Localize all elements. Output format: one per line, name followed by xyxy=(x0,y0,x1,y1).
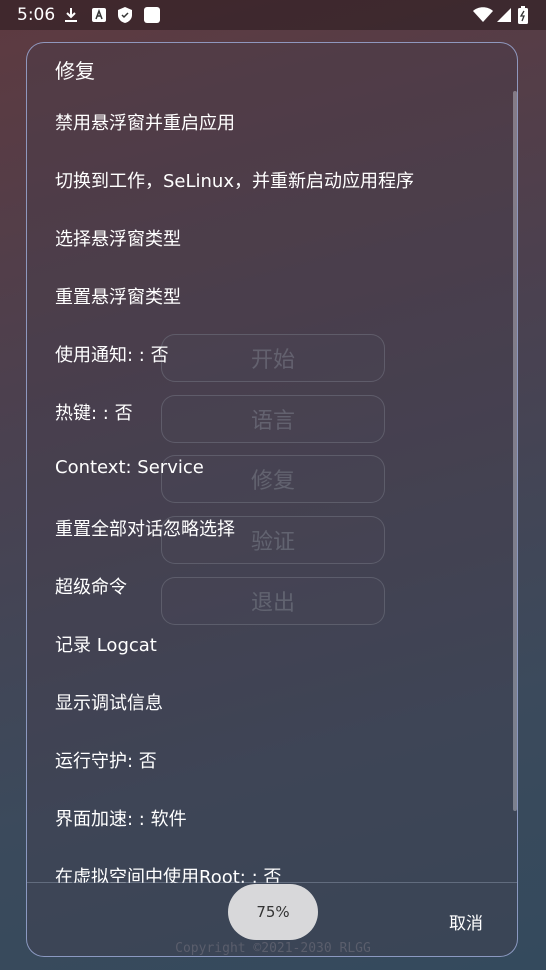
battery-icon xyxy=(518,6,528,24)
menu-item-hotkey[interactable]: 热键: : 否 xyxy=(55,399,133,425)
menu-item-root-virtual-space[interactable]: 在虚拟空间中使用Root: : 否 xyxy=(55,863,281,883)
menu-item-context[interactable]: Context: Service xyxy=(55,457,204,478)
menu-item-reset-floating-type[interactable]: 重置悬浮窗类型 xyxy=(55,283,181,309)
list-scrollbar[interactable] xyxy=(513,91,517,811)
wifi-icon xyxy=(473,6,493,24)
dialog-divider xyxy=(27,882,517,883)
menu-item-super-command[interactable]: 超级命令 xyxy=(55,573,127,599)
menu-item-switch-work-selinux[interactable]: 切换到工作，SeLinux，并重新启动应用程序 xyxy=(55,167,414,193)
square-icon xyxy=(143,6,161,24)
dialog-title: 修复 xyxy=(55,59,95,83)
status-time: 5:06 xyxy=(17,5,56,25)
shield-icon xyxy=(116,6,134,24)
menu-item-disable-floating-restart[interactable]: 禁用悬浮窗并重启应用 xyxy=(55,109,235,135)
menu-item-select-floating-type[interactable]: 选择悬浮窗类型 xyxy=(55,225,181,251)
repair-dialog: 修复 禁用悬浮窗并重启应用 切换到工作，SeLinux，并重新启动应用程序 选择… xyxy=(26,42,518,957)
menu-item-reset-dialog-ignore[interactable]: 重置全部对话忽略选择 xyxy=(55,515,235,541)
download-icon xyxy=(64,6,78,24)
menu-item-run-daemon[interactable]: 运行守护: 否 xyxy=(55,747,157,773)
zoom-level-button[interactable]: 75% xyxy=(228,884,318,940)
repair-options-list[interactable]: 禁用悬浮窗并重启应用 切换到工作，SeLinux，并重新启动应用程序 选择悬浮窗… xyxy=(27,91,517,883)
menu-item-show-debug-info[interactable]: 显示调试信息 xyxy=(55,689,163,715)
menu-item-use-notification[interactable]: 使用通知: : 否 xyxy=(55,341,169,367)
cancel-button[interactable]: 取消 xyxy=(449,909,483,934)
menu-item-ui-acceleration[interactable]: 界面加速: : 软件 xyxy=(55,805,187,831)
a-box-icon xyxy=(92,6,106,24)
status-bar: 5:06 xyxy=(0,0,546,30)
menu-item-record-logcat[interactable]: 记录 Logcat xyxy=(55,631,157,657)
signal-icon xyxy=(496,6,512,24)
